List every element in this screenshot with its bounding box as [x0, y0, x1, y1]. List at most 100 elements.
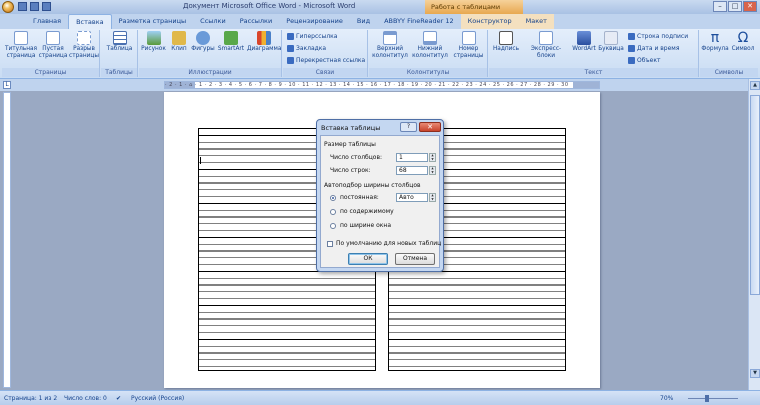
word-count[interactable]: Число слов: 0	[64, 395, 107, 402]
tab-selector[interactable]: L	[3, 81, 11, 89]
tab-design[interactable]: Конструктор	[460, 14, 519, 29]
zoom-slider[interactable]	[688, 398, 738, 399]
table-tools-title: Работа с таблицами	[425, 0, 523, 14]
ruler-right-margin	[573, 82, 599, 88]
hyperlink-icon	[287, 33, 294, 40]
tab-abbyy[interactable]: ABBYY FineReader 12	[377, 14, 461, 29]
tab-view[interactable]: Вид	[350, 14, 377, 29]
scroll-thumb[interactable]	[750, 95, 760, 295]
redo-icon[interactable]	[42, 2, 51, 11]
group-symbols: π Формула Ω Символ Символы	[700, 30, 758, 77]
group-tables: Таблица Таблицы	[101, 30, 138, 77]
hyperlink-button[interactable]: Гиперссылка	[287, 33, 337, 40]
picture-icon	[146, 31, 161, 45]
fixed-width-radio[interactable]	[330, 195, 336, 201]
page-break-icon	[77, 31, 91, 45]
scroll-down-button[interactable]: ▼	[750, 369, 760, 378]
blank-page-button[interactable]: Пустая страница	[38, 31, 68, 59]
symbol-button[interactable]: Ω Символ	[729, 31, 757, 53]
chart-button[interactable]: Диаграмма	[247, 31, 281, 53]
picture-button[interactable]: Рисунок	[140, 31, 167, 53]
date-time-button[interactable]: Дата и время	[628, 45, 679, 52]
table-button[interactable]: Таблица	[103, 31, 136, 53]
autofit-content-label: по содержимому	[340, 208, 394, 215]
page-break-button[interactable]: Разрыв страницы	[69, 31, 99, 59]
page-number-button[interactable]: Номер страницы	[450, 31, 487, 59]
shapes-button[interactable]: Фигуры	[191, 31, 215, 53]
ribbon-tabs: Главная Вставка Разметка страницы Ссылки…	[0, 14, 760, 29]
maximize-button[interactable]: □	[728, 1, 742, 12]
wordart-icon	[577, 31, 591, 45]
scroll-up-button[interactable]: ▲	[750, 81, 760, 90]
office-button[interactable]	[2, 1, 14, 13]
blank-page-icon	[46, 31, 60, 45]
tab-mailings[interactable]: Рассылки	[233, 14, 280, 29]
calendar-icon	[628, 45, 635, 52]
group-label-text: Текст	[489, 68, 698, 77]
dropcap-button[interactable]: Буквица	[598, 31, 624, 53]
group-label-illustrations: Иллюстрации	[139, 68, 281, 77]
group-label-links: Связи	[283, 68, 367, 77]
wordart-button[interactable]: WordArt	[571, 31, 597, 53]
zoom-knob[interactable]	[705, 395, 709, 402]
title-page-icon	[14, 31, 28, 45]
title-page-button[interactable]: Титульная страница	[4, 31, 38, 59]
rows-input[interactable]: 68	[396, 166, 428, 175]
page-count[interactable]: Страница: 1 из 2	[4, 395, 57, 402]
dialog-body: Размер таблицы Число столбцов: 1 ▲ ▼ Числ…	[320, 135, 442, 268]
autofit-content-radio[interactable]	[330, 209, 336, 215]
tab-references[interactable]: Ссылки	[193, 14, 233, 29]
textbox-icon	[499, 31, 513, 45]
save-icon[interactable]	[18, 2, 27, 11]
tab-page-layout[interactable]: Разметка страницы	[112, 14, 194, 29]
zoom-level[interactable]: 70%	[660, 395, 673, 402]
group-text: Надпись Экспресс-блоки WordArt Буквица С…	[489, 30, 699, 77]
tab-layout[interactable]: Макет	[518, 14, 554, 29]
header-icon	[383, 31, 397, 45]
footer-button[interactable]: Нижний колонтитул	[411, 31, 449, 59]
columns-input[interactable]: 1	[396, 153, 428, 162]
tab-review[interactable]: Рецензирование	[279, 14, 350, 29]
table-icon	[112, 31, 127, 45]
undo-icon[interactable]	[30, 2, 39, 11]
columns-spinner[interactable]: ▲ ▼	[429, 153, 436, 162]
smartart-button[interactable]: SmartArt	[216, 31, 246, 53]
minimize-button[interactable]: –	[713, 1, 727, 12]
tab-home[interactable]: Главная	[26, 14, 68, 29]
group-label-pages: Страницы	[2, 68, 99, 77]
smartart-icon	[224, 31, 238, 45]
rows-spinner[interactable]: ▲ ▼	[429, 166, 436, 175]
clip-button[interactable]: Клип	[168, 31, 190, 53]
vertical-ruler[interactable]	[3, 92, 11, 388]
close-button[interactable]: ✕	[743, 1, 757, 12]
group-illustrations: Рисунок Клип Фигуры SmartArt Диаграмма И…	[139, 30, 282, 77]
clip-icon	[172, 31, 186, 45]
fixed-width-spinner[interactable]: ▲ ▼	[429, 193, 436, 202]
omega-icon: Ω	[737, 30, 749, 46]
formula-button[interactable]: π Формула	[701, 31, 729, 53]
quick-access-toolbar	[18, 2, 51, 11]
cancel-button[interactable]: Отмена	[395, 253, 435, 265]
rows-label: Число строк:	[330, 167, 371, 174]
horizontal-ruler[interactable]: · 2 · 1 · ⌂ · 1 · 2 · 3 · 4 · 5 · 6 · 7 …	[164, 81, 600, 89]
cross-reference-icon	[287, 57, 294, 64]
ok-button[interactable]: ОК	[348, 253, 388, 265]
object-button[interactable]: Объект	[628, 57, 660, 64]
vertical-scrollbar[interactable]: ▲ ▼	[748, 79, 760, 390]
default-checkbox-label: По умолчанию для новых таблиц	[336, 240, 442, 247]
dialog-close-button[interactable]: ✕	[419, 122, 441, 132]
autofit-window-radio[interactable]	[330, 223, 336, 229]
default-checkbox[interactable]	[327, 241, 333, 247]
language[interactable]: Русский (Россия)	[131, 395, 184, 402]
fixed-width-input[interactable]: Авто	[396, 193, 428, 202]
dialog-help-button[interactable]: ?	[400, 122, 417, 132]
tab-insert[interactable]: Вставка	[68, 14, 112, 29]
textbox-button[interactable]: Надпись	[491, 31, 521, 53]
quickparts-button[interactable]: Экспресс-блоки	[522, 31, 570, 59]
header-button[interactable]: Верхний колонтитул	[370, 31, 410, 59]
signature-line-button[interactable]: Строка подписи	[628, 33, 688, 40]
cross-reference-button[interactable]: Перекрестная ссылка	[287, 57, 365, 64]
spellcheck-icon[interactable]: ✔	[116, 395, 121, 402]
bookmark-button[interactable]: Закладка	[287, 45, 326, 52]
shapes-icon	[196, 31, 210, 45]
